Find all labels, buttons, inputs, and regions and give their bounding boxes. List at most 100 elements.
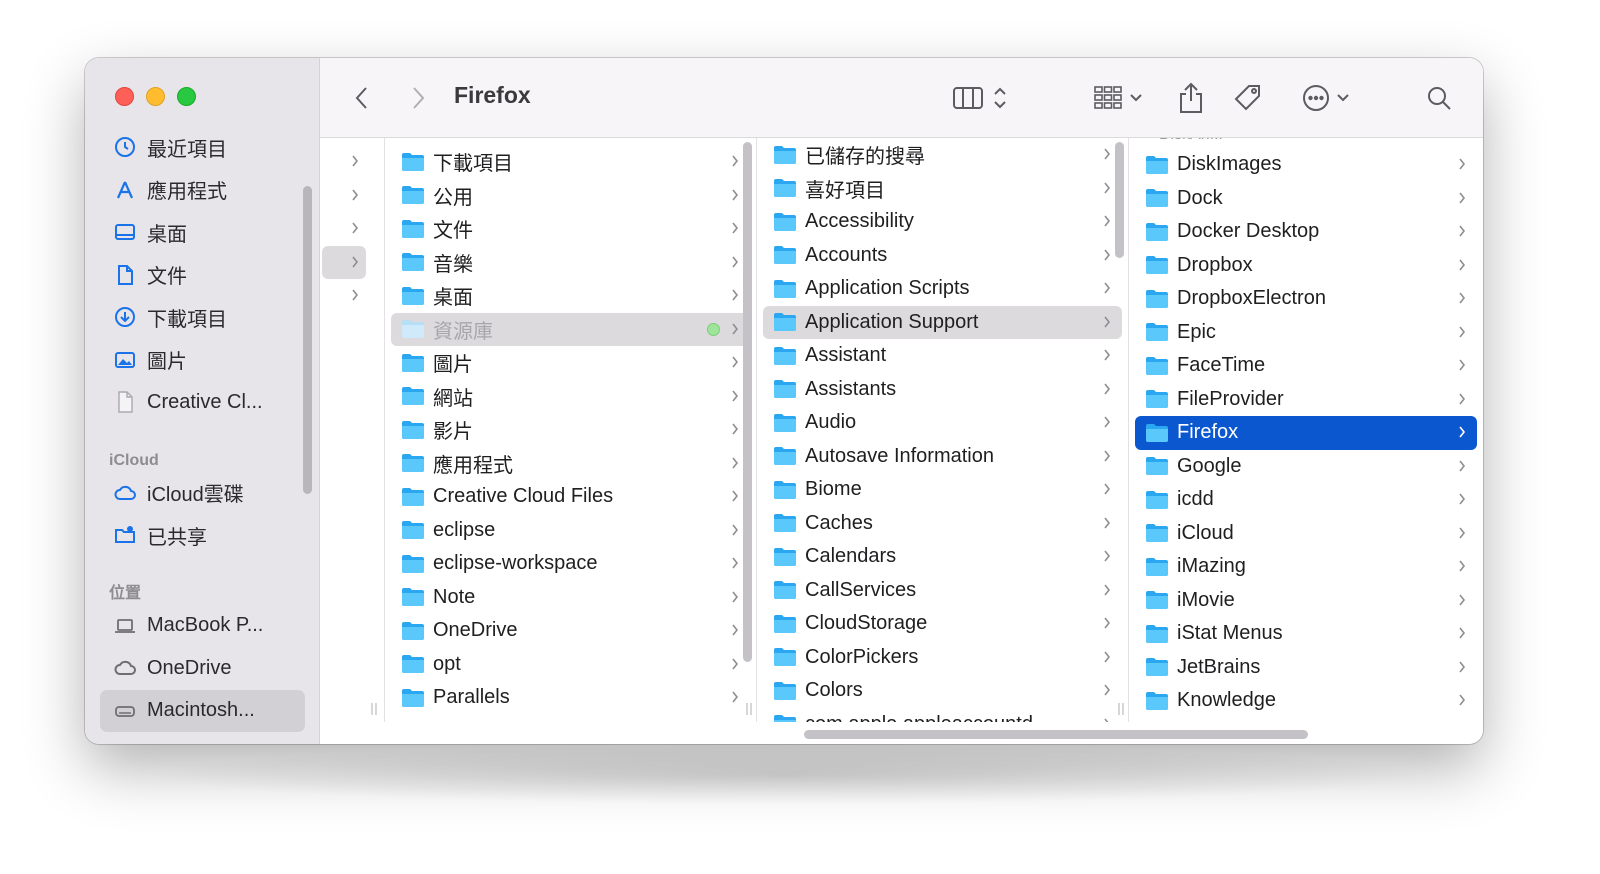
column-resize-handle[interactable]: [1117, 702, 1125, 716]
parent-folder-row[interactable]: [322, 179, 366, 213]
folder-row[interactable]: 資源庫: [391, 312, 750, 346]
sidebar-item[interactable]: MacBook P...: [100, 605, 305, 648]
sidebar-scrollbar[interactable]: [303, 186, 312, 494]
vertical-scrollbar[interactable]: [743, 142, 752, 662]
sidebar-item[interactable]: 圖片: [100, 339, 305, 382]
folder-row[interactable]: Note: [391, 581, 750, 615]
chevron-right-icon: [1104, 584, 1111, 595]
folder-row[interactable]: iCloud: [1135, 517, 1477, 551]
folder-row[interactable]: opt: [391, 648, 750, 682]
folder-row[interactable]: Accounts: [763, 239, 1122, 273]
folder-row[interactable]: JetBrains: [1135, 651, 1477, 685]
folder-row[interactable]: Google: [1135, 450, 1477, 484]
sidebar-item[interactable]: 下載項目: [100, 296, 305, 339]
tags-button[interactable]: [1232, 80, 1264, 116]
folder-row[interactable]: Assistant: [763, 339, 1122, 373]
folder-row[interactable]: Application Scripts: [763, 272, 1122, 306]
more-actions-button[interactable]: [1296, 80, 1356, 116]
folder-row[interactable]: Audio: [763, 406, 1122, 440]
minimize-window-button[interactable]: [146, 87, 165, 106]
folder-row[interactable]: DiskImages: [1135, 148, 1477, 182]
sidebar-item[interactable]: iCloud雲碟: [100, 472, 305, 515]
chevron-right-icon: [732, 390, 739, 401]
parent-folder-row[interactable]: [322, 145, 366, 179]
folder-row[interactable]: 影片: [391, 413, 750, 447]
folder-icon: [774, 346, 796, 365]
folder-row[interactable]: Assistants: [763, 373, 1122, 407]
folder-row[interactable]: Parallels: [391, 681, 750, 715]
folder-row[interactable]: iMazing: [1135, 550, 1477, 584]
search-button[interactable]: [1424, 80, 1454, 116]
folder-row[interactable]: 網站: [391, 380, 750, 414]
folder-row[interactable]: Application Support: [763, 305, 1122, 339]
folder-row[interactable]: Autosave Information: [763, 440, 1122, 474]
chevron-right-icon: [1459, 192, 1466, 203]
folder-row[interactable]: icdd: [1135, 483, 1477, 517]
folder-row[interactable]: Epic: [1135, 316, 1477, 350]
folder-row[interactable]: Knowledge: [1135, 684, 1477, 718]
sidebar-item[interactable]: 已共享: [100, 514, 305, 557]
sidebar-item[interactable]: Creative Cl...: [100, 381, 305, 424]
parent-folder-row[interactable]: [322, 279, 366, 313]
folder-row[interactable]: Calendars: [763, 540, 1122, 574]
sidebar-item[interactable]: OneDrive: [100, 647, 305, 690]
folder-row[interactable]: iStat Menus: [1135, 617, 1477, 651]
folder-name: Colors: [805, 679, 863, 702]
folder-row[interactable]: FileProvider: [1135, 383, 1477, 417]
column-resize-handle[interactable]: [745, 702, 753, 716]
zoom-window-button[interactable]: [177, 87, 196, 106]
chevron-right-icon: [732, 423, 739, 435]
folder-row[interactable]: 公用: [391, 179, 750, 213]
folder-row[interactable]: Caches: [763, 507, 1122, 541]
folder-row[interactable]: OneDrive: [391, 614, 750, 648]
folder-row[interactable]: FaceTime: [1135, 349, 1477, 383]
back-button[interactable]: [350, 80, 374, 116]
column-resize-handle[interactable]: [370, 702, 378, 716]
download-folder-icon: [402, 152, 424, 171]
sidebar-item[interactable]: 應用程式: [100, 169, 305, 212]
folder-row[interactable]: eclipse-workspace: [391, 547, 750, 581]
share-button[interactable]: [1176, 80, 1206, 116]
folder-row[interactable]: Biome: [763, 473, 1122, 507]
folder-row[interactable]: Firefox: [1135, 416, 1477, 450]
folder-row[interactable]: 喜好項目: [763, 172, 1122, 206]
close-window-button[interactable]: [115, 87, 134, 106]
group-button[interactable]: [1088, 80, 1148, 116]
folder-row[interactable]: 音樂: [391, 246, 750, 280]
view-mode-button[interactable]: [948, 80, 1012, 116]
folder-name: Assistants: [805, 377, 897, 400]
folder-row[interactable]: Accessibility: [763, 205, 1122, 239]
folder-row[interactable]: 應用程式: [391, 447, 750, 481]
folder-row[interactable]: Docker Desktop: [1135, 215, 1477, 249]
folder-row[interactable]: DropboxElectron: [1135, 282, 1477, 316]
folder-row[interactable]: com.apple.appleaccountd: [763, 708, 1122, 722]
vertical-scrollbar[interactable]: [1115, 142, 1124, 258]
tag-icon: [1234, 85, 1260, 111]
folder-icon: [402, 554, 424, 573]
sidebar-item[interactable]: Macintosh...: [100, 689, 305, 732]
folder-row[interactable]: 已儲存的搜尋: [763, 138, 1122, 172]
folder-row[interactable]: 桌面: [391, 279, 750, 313]
folder-row[interactable]: ColorPickers: [763, 641, 1122, 675]
folder-row[interactable]: CloudStorage: [763, 607, 1122, 641]
folder-row[interactable]: 文件: [391, 212, 750, 246]
sidebar-item[interactable]: 最近項目: [100, 126, 305, 169]
folder-row[interactable]: Colors: [763, 674, 1122, 708]
folder-icon: [1146, 155, 1168, 174]
sidebar-item[interactable]: 文件: [100, 254, 305, 297]
parent-folder-row[interactable]: [322, 212, 366, 246]
folder-row[interactable]: 圖片: [391, 346, 750, 380]
folder-name: 影片: [433, 421, 473, 444]
chevron-right-icon: [732, 591, 739, 602]
parent-folder-row[interactable]: [322, 245, 366, 279]
folder-row[interactable]: eclipse: [391, 514, 750, 548]
folder-row[interactable]: Dropbox: [1135, 249, 1477, 283]
folder-row[interactable]: Dock: [1135, 182, 1477, 216]
folder-row[interactable]: CallServices: [763, 574, 1122, 608]
sidebar-item[interactable]: 桌面: [100, 211, 305, 254]
folder-row[interactable]: 下載項目: [391, 145, 750, 179]
forward-button[interactable]: [406, 80, 430, 116]
folder-row[interactable]: iMovie: [1135, 584, 1477, 618]
folder-row[interactable]: Creative Cloud Files: [391, 480, 750, 514]
horizontal-scrollbar[interactable]: [804, 730, 1308, 739]
